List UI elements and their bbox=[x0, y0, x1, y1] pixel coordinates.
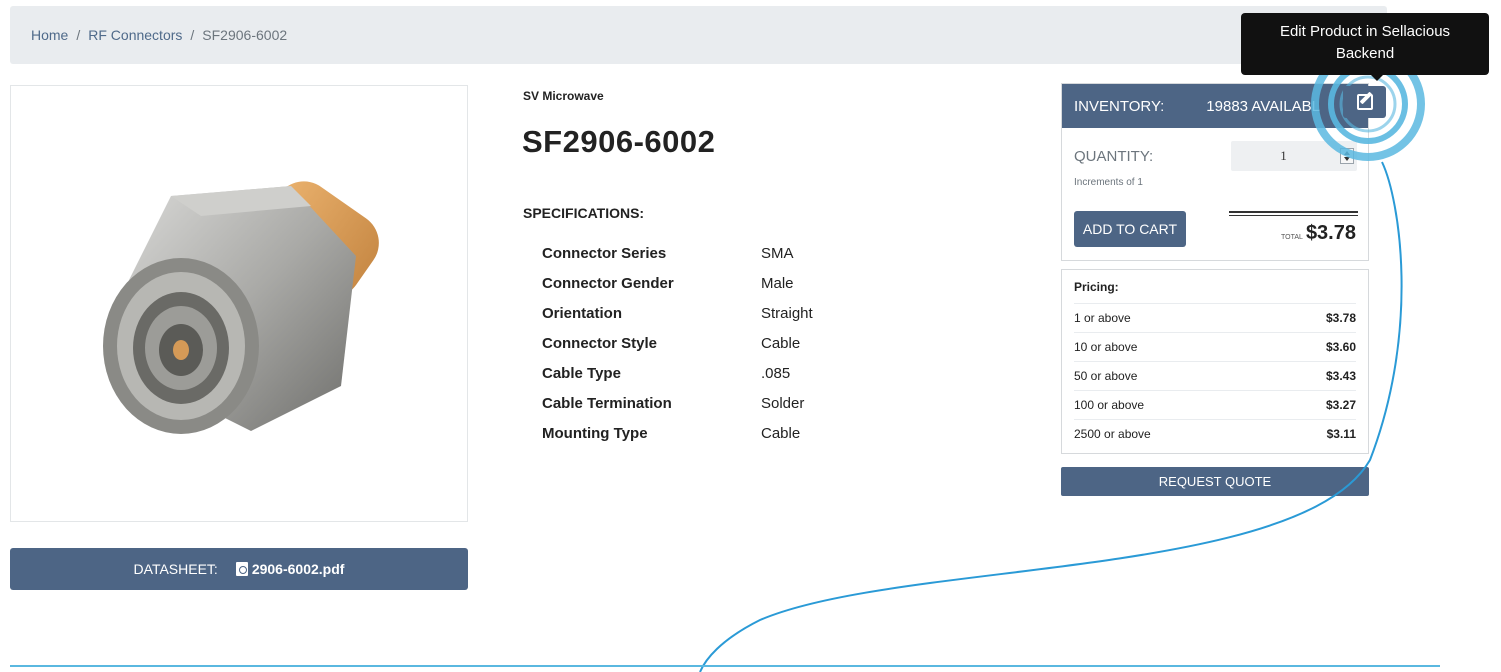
connector-image bbox=[103, 181, 379, 434]
divider bbox=[1229, 215, 1358, 216]
price-tier-price: $3.60 bbox=[1325, 340, 1356, 354]
request-quote-button[interactable]: REQUEST QUOTE bbox=[1061, 467, 1369, 496]
price-tier-row: 1 or above $3.78 bbox=[1074, 303, 1356, 332]
spec-row: Connector Series SMA bbox=[542, 242, 813, 272]
tooltip-line: Backend bbox=[1335, 45, 1395, 62]
datasheet-label: DATASHEET: bbox=[133, 561, 218, 577]
inventory-panel: INVENTORY: 19883 AVAILABL QUANTITY: Incr… bbox=[1061, 83, 1369, 261]
spec-key: Cable Termination bbox=[542, 395, 672, 412]
price-tier-price: $3.11 bbox=[1326, 427, 1356, 441]
price-tier-row: 2500 or above $3.11 bbox=[1074, 419, 1356, 448]
price-tier-qty: 2500 or above bbox=[1074, 427, 1151, 441]
spec-key: Connector Gender bbox=[542, 275, 674, 292]
inventory-label: INVENTORY: bbox=[1074, 97, 1165, 115]
price-tier-qty: 50 or above bbox=[1074, 369, 1138, 383]
price-tier-qty: 100 or above bbox=[1074, 398, 1145, 412]
datasheet-link[interactable]: 2906-6002.pdf bbox=[252, 561, 345, 577]
breadcrumb-home-link[interactable]: Home bbox=[31, 27, 68, 43]
spec-value: Male bbox=[761, 275, 794, 292]
price-tier-price: $3.27 bbox=[1325, 398, 1356, 412]
spec-row: Cable Termination Solder bbox=[542, 392, 813, 422]
spec-value: .085 bbox=[761, 365, 791, 382]
pricing-panel: Pricing: 1 or above $3.78 10 or above $3… bbox=[1061, 269, 1369, 454]
edit-tooltip: Edit Product in Sellacious Backend bbox=[1241, 13, 1489, 81]
spec-row: Mounting Type Cable bbox=[542, 422, 813, 452]
tooltip-line: Edit Product in Sellacious bbox=[1279, 23, 1451, 40]
page-title: SF2906-6002 bbox=[522, 124, 716, 159]
spec-key: Mounting Type bbox=[542, 425, 648, 442]
add-to-cart-button[interactable]: ADD TO CART bbox=[1074, 211, 1186, 247]
spec-row: Cable Type .085 bbox=[542, 362, 813, 392]
breadcrumb: Home / RF Connectors / SF2906-6002 bbox=[10, 6, 1387, 64]
edit-product-button[interactable] bbox=[1343, 86, 1386, 118]
quantity-increments: Increments of 1 bbox=[1074, 177, 1143, 188]
edit-icon bbox=[1356, 94, 1373, 110]
total-value: $3.78 bbox=[1305, 222, 1356, 244]
datasheet-bar: DATASHEET: 2906-6002.pdf bbox=[10, 548, 468, 590]
price-tier-qty: 10 or above bbox=[1074, 340, 1138, 354]
price-tier-price: $3.78 bbox=[1325, 311, 1356, 325]
quantity-stepper[interactable] bbox=[1340, 148, 1354, 164]
spec-key: Connector Series bbox=[542, 245, 667, 262]
breadcrumb-separator: / bbox=[190, 27, 195, 43]
price-tier-row: 100 or above $3.27 bbox=[1074, 390, 1356, 419]
spec-value: SMA bbox=[761, 245, 794, 262]
price-tier-row: 50 or above $3.43 bbox=[1074, 361, 1356, 390]
breadcrumb-separator: / bbox=[76, 27, 81, 43]
spec-key: Connector Style bbox=[542, 335, 658, 352]
pricing-heading: Pricing: bbox=[1074, 280, 1119, 294]
spec-key: Cable Type bbox=[542, 365, 621, 382]
divider bbox=[1229, 211, 1358, 213]
pdf-icon bbox=[235, 562, 248, 576]
spec-row: Connector Gender Male bbox=[542, 272, 813, 302]
breadcrumb-category-link[interactable]: RF Connectors bbox=[88, 27, 182, 43]
breadcrumb-current: SF2906-6002 bbox=[202, 27, 288, 43]
inventory-header: INVENTORY: 19883 AVAILABL bbox=[1062, 84, 1368, 128]
spec-row: Connector Style Cable bbox=[542, 332, 813, 362]
product-brand: SV Microwave bbox=[523, 89, 604, 103]
spec-key: Orientation bbox=[542, 305, 623, 322]
quantity-label: QUANTITY: bbox=[1074, 148, 1154, 165]
inventory-available: 19883 AVAILABL bbox=[1206, 97, 1320, 115]
price-tier-qty: 1 or above bbox=[1074, 311, 1131, 325]
specifications-heading: SPECIFICATIONS: bbox=[523, 205, 645, 221]
quantity-control bbox=[1231, 141, 1357, 171]
product-image bbox=[10, 85, 468, 522]
spec-value: Solder bbox=[761, 395, 805, 412]
spec-row: Orientation Straight bbox=[542, 302, 813, 332]
spec-value: Cable bbox=[761, 335, 801, 352]
price-tier-row: 10 or above $3.60 bbox=[1074, 332, 1356, 361]
spec-value: Straight bbox=[761, 305, 813, 322]
spec-value: Cable bbox=[761, 425, 801, 442]
total-price: TOTAL $3.78 bbox=[1281, 222, 1356, 245]
price-tier-price: $3.43 bbox=[1325, 369, 1356, 383]
quantity-input[interactable] bbox=[1231, 141, 1336, 171]
total-label: TOTAL bbox=[1281, 234, 1303, 241]
specifications-table: Connector Series SMA Connector Gender Ma… bbox=[542, 242, 813, 452]
